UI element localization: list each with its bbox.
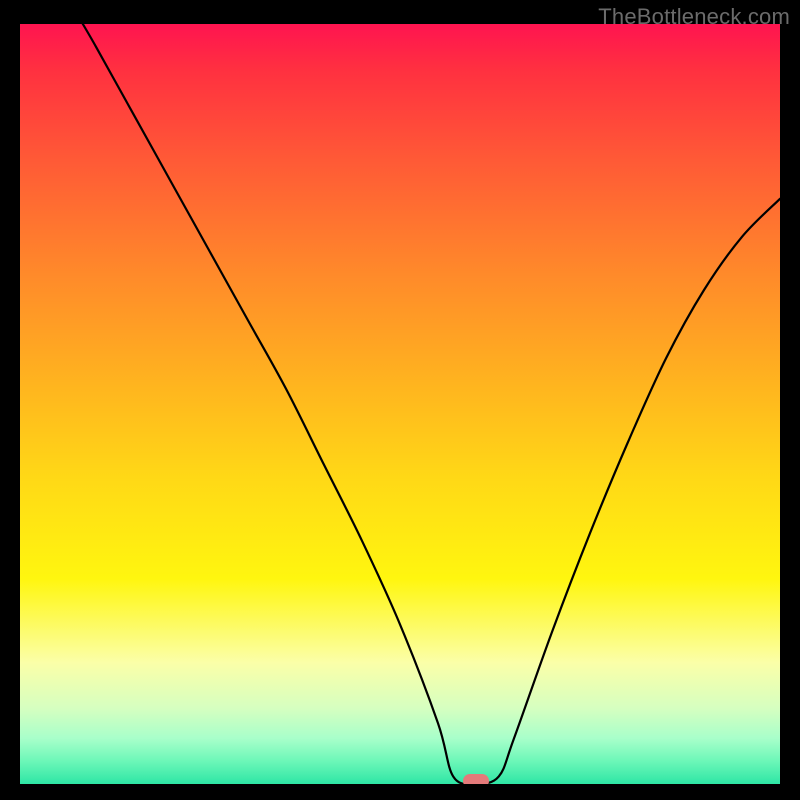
- plot-area: [20, 24, 780, 784]
- optimal-point-marker: [463, 774, 489, 784]
- watermark-text: TheBottleneck.com: [598, 4, 790, 30]
- chart-frame: TheBottleneck.com: [0, 0, 800, 800]
- bottleneck-curve: [20, 24, 780, 784]
